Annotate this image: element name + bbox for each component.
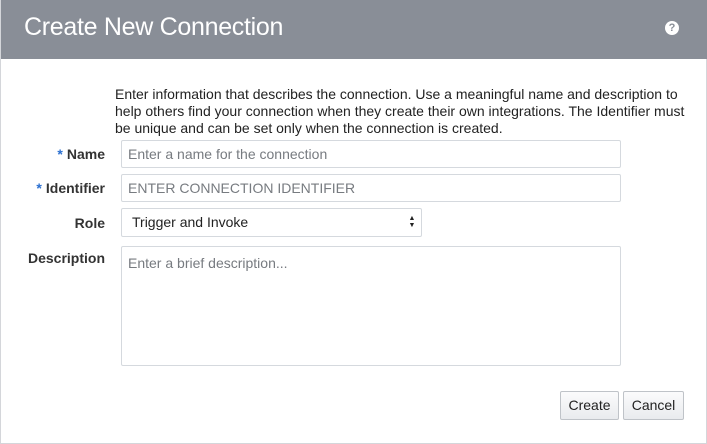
name-label-text: Name — [66, 146, 105, 162]
help-icon[interactable]: ? — [665, 21, 679, 35]
create-connection-dialog: Create New Connection ? Enter informatio… — [0, 0, 707, 444]
role-select[interactable]: Trigger and Invoke ▲ ▼ — [121, 208, 422, 237]
required-marker: * — [57, 146, 63, 162]
description-label: Description — [27, 250, 105, 266]
name-label: * Name — [57, 146, 105, 162]
description-input[interactable] — [121, 246, 621, 366]
intro-text: Enter information that describes the con… — [115, 86, 685, 136]
role-label: Role — [74, 215, 105, 231]
create-button[interactable]: Create — [560, 391, 619, 420]
name-input[interactable] — [121, 140, 621, 168]
identifier-label-text: Identifier — [45, 180, 105, 196]
cancel-button[interactable]: Cancel — [623, 391, 684, 420]
dialog-title: Create New Connection — [24, 13, 284, 41]
required-marker: * — [36, 180, 42, 196]
identifier-label: * Identifier — [36, 180, 105, 196]
dialog-titlebar: Create New Connection ? — [1, 0, 707, 59]
select-arrows-icon: ▲ ▼ — [408, 215, 416, 229]
role-selected-value: Trigger and Invoke — [132, 214, 249, 230]
identifier-input[interactable] — [121, 174, 621, 202]
